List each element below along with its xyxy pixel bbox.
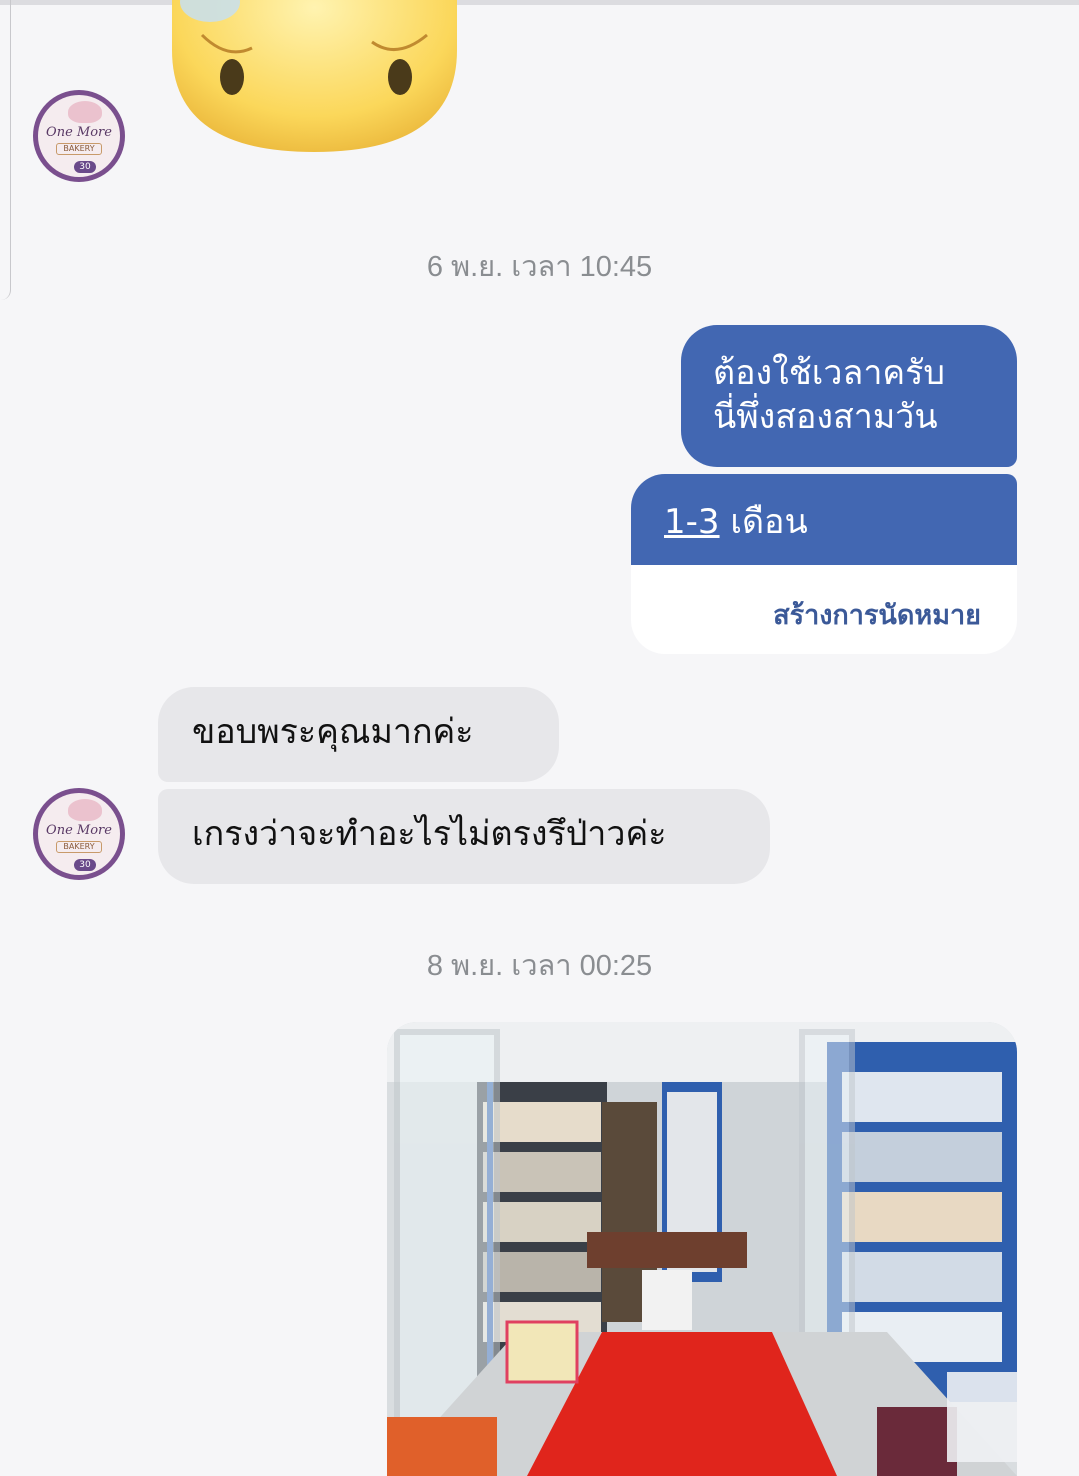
message-line: ต้องใช้เวลาครับ [713, 353, 946, 393]
top-divider [0, 0, 1079, 5]
create-appointment-button[interactable]: สร้างการนัดหมาย [631, 565, 1017, 654]
message-text: เดือน [719, 502, 808, 542]
avatar-decoration [68, 101, 102, 123]
store-photo-illustration [387, 1022, 1017, 1476]
avatar-decoration [68, 799, 102, 821]
avatar-brand-sub: BAKERY [56, 841, 102, 853]
incoming-message-bubble[interactable]: ขอบพระคุณมากค่ะ [158, 687, 559, 782]
store-photo[interactable] [387, 1022, 1017, 1476]
avatar-brand-name: One More [46, 125, 112, 140]
avatar-inner: One More BAKERY 30 [38, 95, 120, 177]
message-line: นี่พึ่งสองสามวัน [713, 397, 938, 437]
timestamp: 6 พ.ย. เวลา 10:45 [426, 251, 653, 283]
bakery-avatar-icon[interactable]: One More BAKERY 30 [33, 90, 125, 182]
date-link[interactable]: 1-3 [664, 502, 720, 542]
sad-face-emoji-sticker-icon[interactable] [172, 0, 457, 152]
avatar-badge: 30 [74, 859, 96, 871]
bakery-avatar-icon[interactable]: One More BAKERY 30 [33, 788, 125, 880]
avatar-badge: 30 [74, 161, 96, 173]
avatar-inner: One More BAKERY 30 [38, 793, 120, 875]
timestamp: 8 พ.ย. เวลา 00:25 [426, 950, 653, 982]
outgoing-card-bubble[interactable]: 1-3 เดือน [631, 474, 1017, 566]
avatar-brand-name: One More [46, 823, 112, 838]
outgoing-message-bubble[interactable]: ต้องใช้เวลาครับ นี่พึ่งสองสามวัน [681, 325, 1017, 467]
avatar-brand-sub: BAKERY [56, 143, 102, 155]
incoming-message-bubble[interactable]: เกรงว่าจะทำอะไรไม่ตรงรึป่าวค่ะ [158, 789, 770, 884]
